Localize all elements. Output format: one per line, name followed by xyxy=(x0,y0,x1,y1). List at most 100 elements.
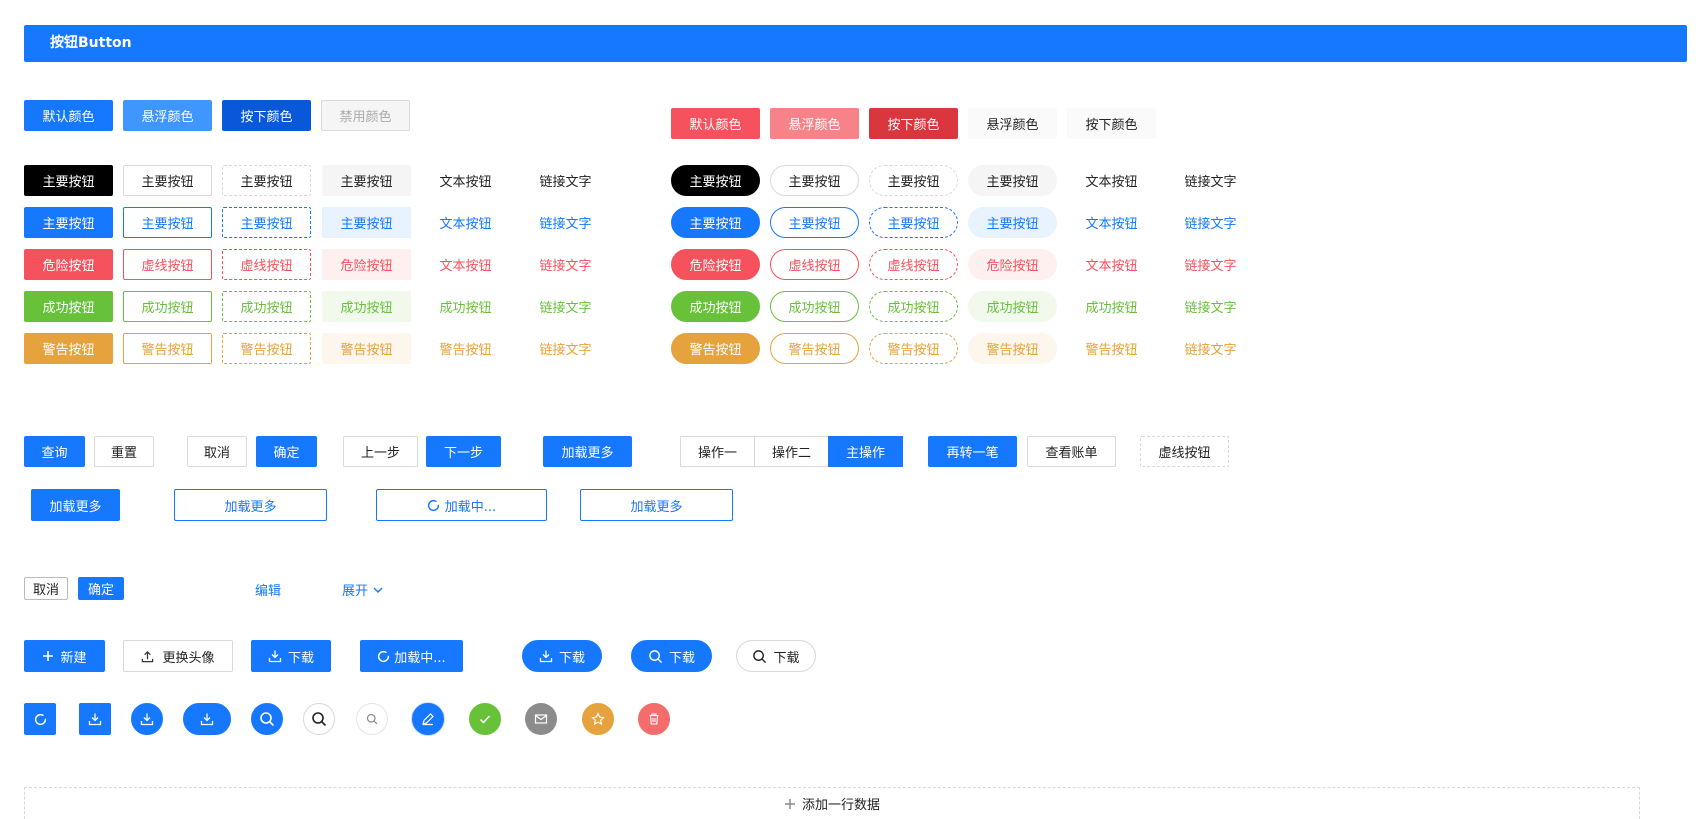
transfer-again-button[interactable]: 再转一笔 xyxy=(928,436,1017,467)
operation-two-button[interactable]: 操作二 xyxy=(754,436,829,467)
square-green-link-button[interactable]: 链接文字 xyxy=(521,291,610,322)
prev-step-button[interactable]: 上一步 xyxy=(343,436,418,467)
round-green-solid-button[interactable]: 成功按钮 xyxy=(671,291,760,322)
round-orange-light-button[interactable]: 警告按钮 xyxy=(968,333,1057,364)
pressed-color-button[interactable]: 按下颜色 xyxy=(222,100,311,131)
square-blue-dashed-button[interactable]: 主要按钮 xyxy=(222,207,311,238)
square-green-solid-button[interactable]: 成功按钮 xyxy=(24,291,113,322)
round-black-text-button[interactable]: 文本按钮 xyxy=(1067,165,1156,196)
download-pill-icon-button[interactable] xyxy=(183,703,231,735)
edit-circle-icon-button[interactable] xyxy=(412,703,444,735)
round-black-link-button[interactable]: 链接文字 xyxy=(1166,165,1255,196)
round-blue-text-button[interactable]: 文本按钮 xyxy=(1067,207,1156,238)
operation-one-button[interactable]: 操作一 xyxy=(680,436,755,467)
round-green-plain-button[interactable]: 成功按钮 xyxy=(770,291,859,322)
load-more-button[interactable]: 加载更多 xyxy=(543,436,632,467)
round-red-link-button[interactable]: 链接文字 xyxy=(1166,249,1255,280)
download-circle-icon-button[interactable] xyxy=(131,703,163,735)
square-blue-light-button[interactable]: 主要按钮 xyxy=(322,207,411,238)
square-green-dashed-button[interactable]: 成功按钮 xyxy=(222,291,311,322)
check-circle-icon-button[interactable] xyxy=(469,703,501,735)
square-black-light-button[interactable]: 主要按钮 xyxy=(322,165,411,196)
round-green-link-button[interactable]: 链接文字 xyxy=(1166,291,1255,322)
download-button[interactable]: 下载 xyxy=(251,640,331,672)
round-black-plain-button[interactable]: 主要按钮 xyxy=(770,165,859,196)
square-black-text-button[interactable]: 文本按钮 xyxy=(421,165,510,196)
square-red-link-button[interactable]: 链接文字 xyxy=(521,249,610,280)
square-red-text-button[interactable]: 文本按钮 xyxy=(421,249,510,280)
square-orange-dashed-button[interactable]: 警告按钮 xyxy=(222,333,311,364)
search-white-round-button[interactable]: 下载 xyxy=(736,640,816,672)
round-black-dashed-button[interactable]: 主要按钮 xyxy=(869,165,958,196)
download-square-icon-button[interactable] xyxy=(79,703,111,735)
dashed-button[interactable]: 虚线按钮 xyxy=(1140,436,1229,467)
add-row-button[interactable]: 添加一行数据 xyxy=(24,787,1640,819)
square-black-link-button[interactable]: 链接文字 xyxy=(521,165,610,196)
square-green-text-button[interactable]: 成功按钮 xyxy=(421,291,510,322)
round-green-text-button[interactable]: 成功按钮 xyxy=(1067,291,1156,322)
default-color-button[interactable]: 默认颜色 xyxy=(24,100,113,131)
edit-link[interactable]: 编辑 xyxy=(255,580,281,599)
round-blue-solid-button[interactable]: 主要按钮 xyxy=(671,207,760,238)
new-button[interactable]: 新建 xyxy=(24,640,105,672)
round-green-light-button[interactable]: 成功按钮 xyxy=(968,291,1057,322)
refresh-icon-button[interactable] xyxy=(24,703,56,735)
square-orange-link-button[interactable]: 链接文字 xyxy=(521,333,610,364)
next-step-button[interactable]: 下一步 xyxy=(426,436,501,467)
change-avatar-button[interactable]: 更换头像 xyxy=(123,640,233,672)
square-red-light-button[interactable]: 危险按钮 xyxy=(322,249,411,280)
square-blue-plain-button[interactable]: 主要按钮 xyxy=(123,207,212,238)
query-button[interactable]: 查询 xyxy=(24,436,85,467)
load-more-primary-button[interactable]: 加载更多 xyxy=(31,489,120,521)
search-round-button[interactable]: 下载 xyxy=(631,640,712,672)
search-small-icon-button[interactable] xyxy=(356,703,388,735)
mail-circle-icon-button[interactable] xyxy=(525,703,557,735)
search-outline-icon-button[interactable] xyxy=(303,703,335,735)
load-more-outline-button[interactable]: 加载更多 xyxy=(174,489,327,521)
square-blue-link-button[interactable]: 链接文字 xyxy=(521,207,610,238)
delete-circle-icon-button[interactable] xyxy=(638,703,670,735)
small-confirm-button[interactable]: 确定 xyxy=(78,577,124,600)
download-round-button[interactable]: 下载 xyxy=(522,640,602,672)
hover-color-button[interactable]: 悬浮颜色 xyxy=(123,100,212,131)
reset-button[interactable]: 重置 xyxy=(94,436,154,467)
square-blue-text-button[interactable]: 文本按钮 xyxy=(421,207,510,238)
round-red-dashed-button[interactable]: 虚线按钮 xyxy=(869,249,958,280)
square-green-light-button[interactable]: 成功按钮 xyxy=(322,291,411,322)
round-orange-plain-button[interactable]: 警告按钮 xyxy=(770,333,859,364)
confirm-button[interactable]: 确定 xyxy=(256,436,317,467)
danger-hover-button[interactable]: 悬浮颜色 xyxy=(770,108,859,139)
round-green-dashed-button[interactable]: 成功按钮 xyxy=(869,291,958,322)
square-red-plain-button[interactable]: 虚线按钮 xyxy=(123,249,212,280)
round-red-light-button[interactable]: 危险按钮 xyxy=(968,249,1057,280)
round-blue-dashed-button[interactable]: 主要按钮 xyxy=(869,207,958,238)
square-red-dashed-button[interactable]: 虚线按钮 xyxy=(222,249,311,280)
expand-link[interactable]: 展开 xyxy=(342,580,384,599)
round-orange-text-button[interactable]: 警告按钮 xyxy=(1067,333,1156,364)
load-more-outline-button-2[interactable]: 加载更多 xyxy=(580,489,733,521)
light-pressed-button[interactable]: 按下颜色 xyxy=(1067,108,1156,139)
square-red-solid-button[interactable]: 危险按钮 xyxy=(24,249,113,280)
danger-pressed-button[interactable]: 按下颜色 xyxy=(869,108,958,139)
round-red-plain-button[interactable]: 虚线按钮 xyxy=(770,249,859,280)
star-circle-icon-button[interactable] xyxy=(582,703,614,735)
cancel-button[interactable]: 取消 xyxy=(187,436,247,467)
round-blue-plain-button[interactable]: 主要按钮 xyxy=(770,207,859,238)
view-bill-button[interactable]: 查看账单 xyxy=(1027,436,1116,467)
square-orange-text-button[interactable]: 警告按钮 xyxy=(421,333,510,364)
round-orange-dashed-button[interactable]: 警告按钮 xyxy=(869,333,958,364)
search-circle-icon-button[interactable] xyxy=(251,703,283,735)
main-operation-button[interactable]: 主操作 xyxy=(828,436,903,467)
danger-default-button[interactable]: 默认颜色 xyxy=(671,108,760,139)
square-green-plain-button[interactable]: 成功按钮 xyxy=(123,291,212,322)
light-hover-button[interactable]: 悬浮颜色 xyxy=(968,108,1057,139)
round-orange-link-button[interactable]: 链接文字 xyxy=(1166,333,1255,364)
square-orange-light-button[interactable]: 警告按钮 xyxy=(322,333,411,364)
round-black-light-button[interactable]: 主要按钮 xyxy=(968,165,1057,196)
round-blue-light-button[interactable]: 主要按钮 xyxy=(968,207,1057,238)
square-black-plain-button[interactable]: 主要按钮 xyxy=(123,165,212,196)
round-black-solid-button[interactable]: 主要按钮 xyxy=(671,165,760,196)
square-black-dashed-button[interactable]: 主要按钮 xyxy=(222,165,311,196)
round-orange-solid-button[interactable]: 警告按钮 xyxy=(671,333,760,364)
round-red-text-button[interactable]: 文本按钮 xyxy=(1067,249,1156,280)
